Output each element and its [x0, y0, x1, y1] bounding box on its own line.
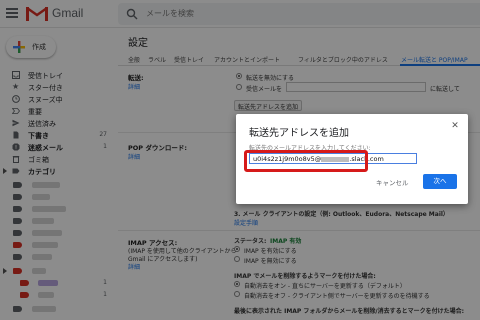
cancel-button[interactable]: キャンセル — [376, 177, 409, 187]
dialog-title: 転送先アドレスを追加 — [249, 128, 349, 139]
close-icon[interactable]: ✕ — [450, 121, 460, 131]
next-button[interactable]: 次へ — [423, 174, 457, 189]
highlight-annotation — [244, 150, 368, 172]
